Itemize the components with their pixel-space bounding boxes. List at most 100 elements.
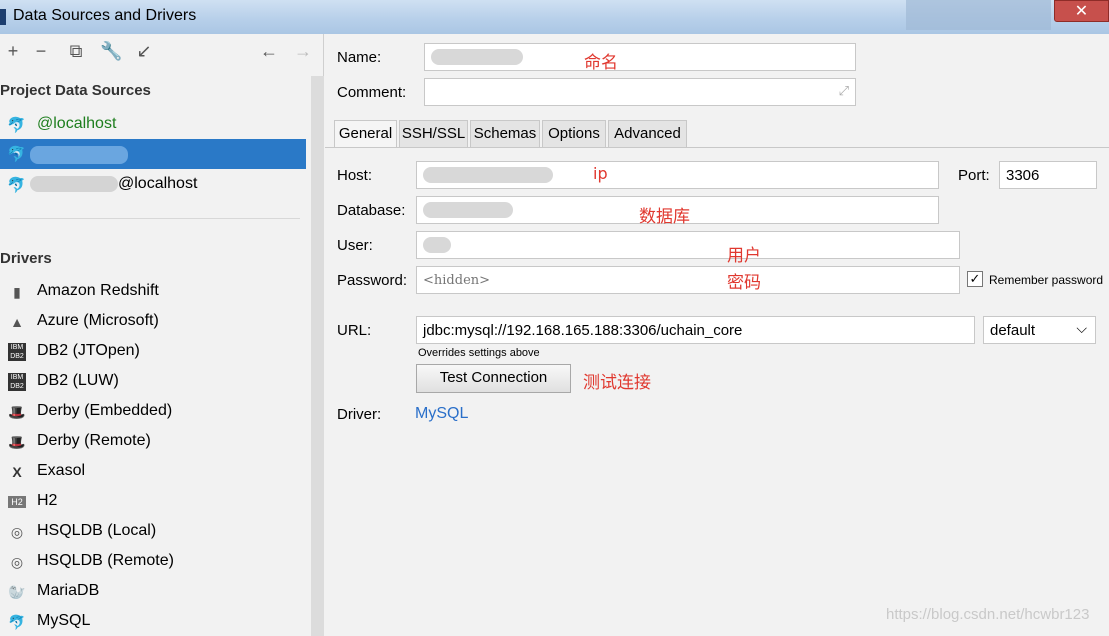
name-input[interactable] [424, 43, 856, 71]
port-input[interactable]: 3306 [999, 161, 1097, 189]
host-label: Host: [337, 167, 373, 184]
wrench-icon[interactable]: 🔧 [100, 40, 122, 62]
azure-icon: ▲ [10, 314, 24, 330]
remember-password-label: Remember password [989, 273, 1104, 287]
driver-label: Driver: [337, 406, 382, 423]
driver-item[interactable]: ▲ Azure (Microsoft) [0, 307, 306, 337]
name-annotation: 命名 [584, 53, 618, 73]
url-mode-value: default [990, 322, 1036, 339]
exasol-icon: X [12, 464, 22, 480]
back-arrow-icon[interactable]: ← [258, 40, 280, 62]
password-input[interactable] [416, 266, 960, 294]
driver-label: Derby (Remote) [37, 432, 151, 449]
test-connection-annotation: 测试连接 [583, 373, 651, 393]
forward-arrow-icon[interactable]: → [292, 40, 314, 62]
redshift-icon: ▮ [13, 284, 21, 300]
database-annotation: 数据库 [639, 207, 690, 227]
tab-ssh-ssl[interactable]: SSH/SSL [399, 120, 468, 148]
url-hint: Overrides settings above [418, 347, 540, 359]
app-icon [0, 9, 6, 25]
hsqldb-icon: ◎ [10, 554, 24, 570]
driver-item[interactable]: ◎ HSQLDB (Remote) [0, 547, 306, 577]
mysql-icon: 🐬 [8, 614, 26, 630]
user-input[interactable] [416, 231, 960, 259]
tab-schemas[interactable]: Schemas [470, 120, 540, 148]
data-source-label [30, 146, 128, 169]
data-source-item-selected[interactable]: 🐬 [0, 139, 306, 169]
add-icon[interactable]: + [2, 40, 24, 62]
comment-input[interactable]: ⤢ [424, 78, 856, 106]
remove-icon[interactable]: − [30, 40, 52, 62]
project-data-sources-header: Project Data Sources [0, 82, 151, 99]
driver-label: HSQLDB (Local) [37, 522, 157, 539]
driver-label: MariaDB [37, 582, 100, 599]
port-label: Port: [958, 167, 990, 184]
driver-item[interactable]: X Exasol [0, 457, 306, 487]
mysql-icon: 🐬 [7, 117, 26, 134]
tab-divider [325, 147, 1109, 148]
derby-icon: 🎩 [8, 404, 26, 420]
h2-icon: H2 [8, 496, 26, 508]
driver-item[interactable]: IBM DB2 DB2 (JTOpen) [0, 337, 306, 367]
db2-icon: IBM DB2 [8, 373, 26, 391]
data-source-item[interactable]: 🐬 @localhost [0, 170, 306, 200]
data-source-item[interactable]: 🐬 @localhost [0, 110, 306, 140]
driver-item[interactable]: 🦭 MariaDB [0, 577, 306, 607]
driver-item[interactable]: ▮ Amazon Redshift [0, 277, 306, 307]
redacted-name [30, 175, 118, 192]
redacted-host [423, 167, 553, 183]
right-panel: Name: 命名 Comment: ⤢ General SSH/SSL Sche… [325, 34, 1109, 636]
driver-item[interactable]: IBM DB2 DB2 (LUW) [0, 367, 306, 397]
driver-label: Derby (Embedded) [37, 402, 173, 419]
driver-label: H2 [37, 492, 58, 509]
comment-label: Comment: [337, 84, 407, 101]
driver-item[interactable]: 🎩 Derby (Embedded) [0, 397, 306, 427]
expand-icon[interactable]: ⤢ [839, 83, 849, 99]
import-icon[interactable]: ↙ [133, 40, 155, 62]
data-source-label: @localhost [30, 175, 197, 193]
drivers-header: Drivers [0, 250, 52, 267]
tab-advanced[interactable]: Advanced [608, 120, 687, 148]
mysql-icon: 🐬 [7, 177, 26, 194]
close-button[interactable]: ✕ [1054, 0, 1109, 22]
driver-label: Azure (Microsoft) [37, 312, 159, 329]
driver-label: MySQL [37, 612, 91, 629]
url-label: URL: [337, 322, 372, 339]
watermark: https://blog.csdn.net/hcwbr123 [886, 606, 1090, 623]
host-input[interactable] [416, 161, 939, 189]
driver-label: Exasol [37, 462, 86, 479]
chevron-down-icon: ⌵ [1076, 320, 1087, 336]
url-mode-select[interactable]: default ⌵ [983, 316, 1096, 344]
redacted-user [423, 237, 451, 253]
name-label: Name: [337, 49, 382, 66]
mariadb-icon: 🦭 [8, 584, 26, 600]
redacted-name [30, 146, 128, 164]
test-connection-button[interactable]: Test Connection [416, 364, 571, 393]
background-window [906, 0, 1051, 30]
host-annotation: ip [593, 164, 608, 183]
mysql-icon: 🐬 [7, 146, 26, 163]
url-input[interactable]: jdbc:mysql://192.168.165.188:3306/uchain… [416, 316, 975, 344]
password-label: Password: [337, 272, 408, 289]
driver-label: Amazon Redshift [37, 282, 159, 299]
scrollbar[interactable] [311, 76, 324, 636]
driver-item[interactable]: 🎩 Derby (Remote) [0, 427, 306, 457]
remember-password-checkbox[interactable]: ✓ [967, 271, 983, 287]
tab-general[interactable]: General [334, 120, 397, 148]
driver-item[interactable]: ◎ HSQLDB (Local) [0, 517, 306, 547]
tab-options[interactable]: Options [542, 120, 606, 148]
hsqldb-icon: ◎ [10, 524, 24, 540]
user-label: User: [337, 237, 373, 254]
derby-icon: 🎩 [8, 434, 26, 450]
driver-label: DB2 (JTOpen) [37, 342, 140, 359]
driver-label: DB2 (LUW) [37, 372, 119, 389]
driver-label: HSQLDB (Remote) [37, 552, 174, 569]
window-title: Data Sources and Drivers [13, 7, 197, 24]
duplicate-icon[interactable]: ⧉ [65, 40, 87, 62]
redacted-database [423, 202, 513, 218]
driver-link[interactable]: MySQL [415, 405, 468, 423]
db2-icon: IBM DB2 [8, 343, 26, 361]
driver-item[interactable]: 🐬 MySQL [0, 607, 306, 636]
driver-item[interactable]: H2 H2 [0, 487, 306, 517]
database-label: Database: [337, 202, 406, 219]
